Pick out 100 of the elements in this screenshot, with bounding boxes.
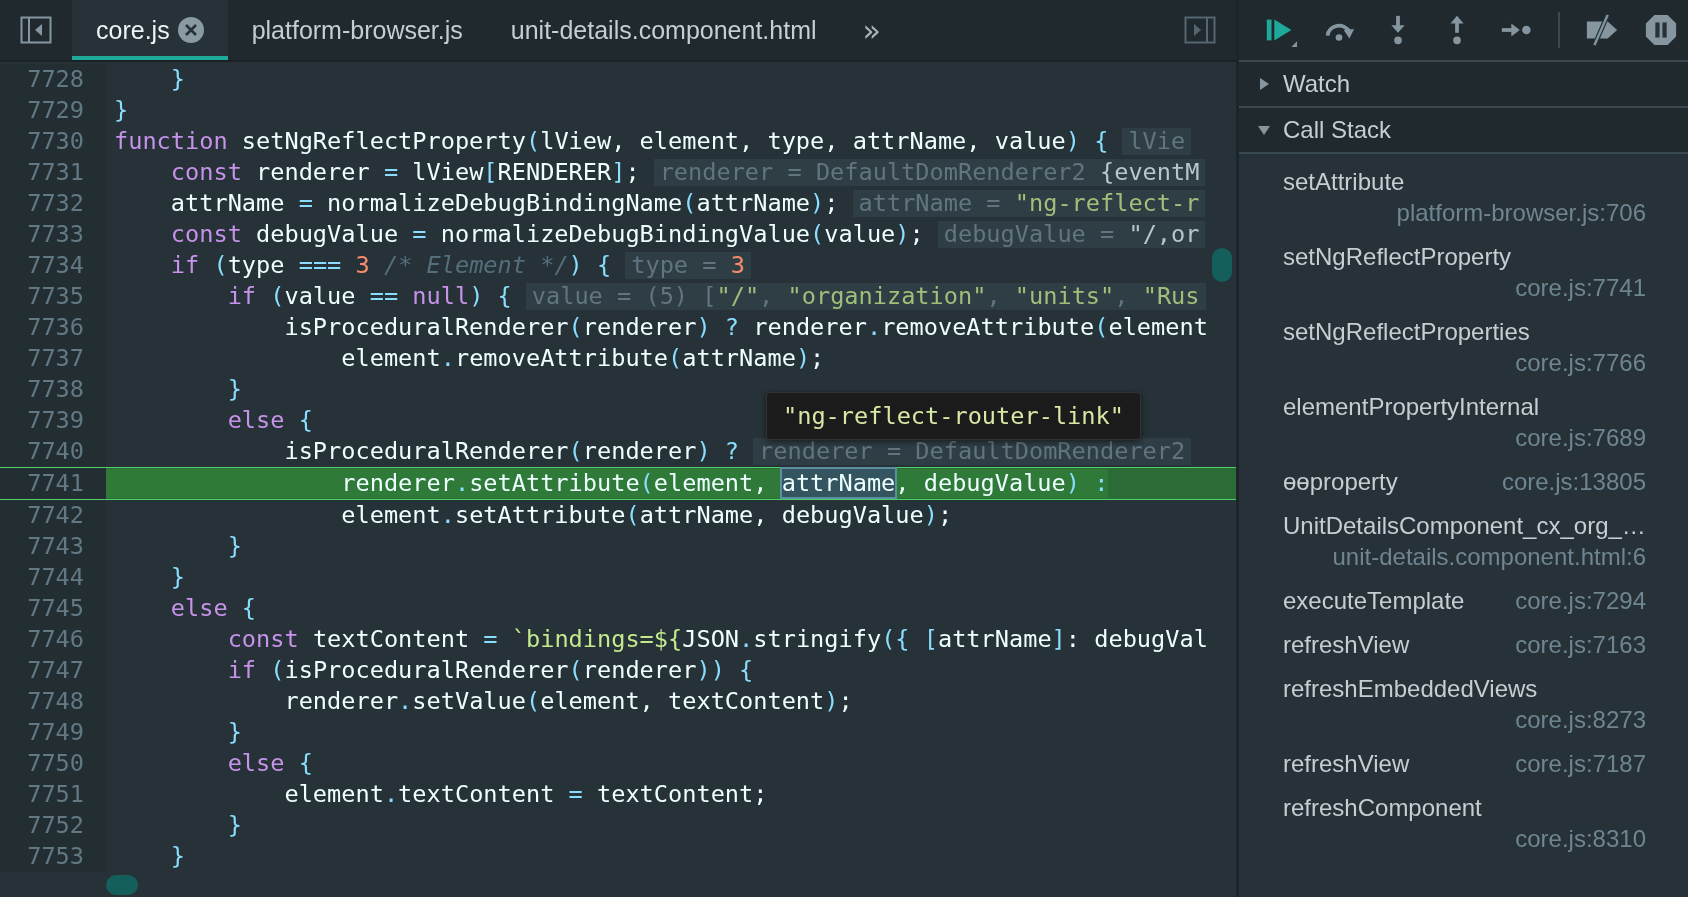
inline-value: attrName = "ng-reflect-r	[852, 190, 1206, 217]
call-frame[interactable]: setNgReflectProperties core.js:7766	[1283, 310, 1646, 385]
call-frame[interactable]: refreshView core.js:7163	[1283, 623, 1646, 667]
value-tooltip: "ng-reflect-router-link"	[766, 392, 1141, 440]
line-number: 7728	[0, 64, 106, 95]
line-number: 7751	[0, 779, 106, 810]
code-line: }	[226, 532, 242, 561]
section-header[interactable]: Call Stack	[1239, 108, 1688, 154]
line-number: 7752	[0, 810, 106, 841]
source-location: core.js:7163	[1515, 630, 1646, 660]
file-tab[interactable]: core.js	[72, 0, 228, 60]
function-name: ɵɵproperty	[1283, 467, 1398, 497]
inline-value: debugValue = "/,or	[937, 221, 1206, 248]
deactivate-breakpoints-icon[interactable]	[1584, 12, 1619, 48]
source-location: core.js:7187	[1515, 749, 1646, 779]
code-line: function setNgReflectProperty(lView, element, type, attrName, value) {	[113, 127, 1109, 156]
scrollbar-thumb[interactable]	[1212, 248, 1232, 282]
code-line: isProceduralRenderer(renderer) ? renderer.removeAttribute(element	[283, 313, 1208, 342]
file-tab[interactable]: unit-details.component.html	[486, 0, 841, 60]
line-number: 7735	[0, 281, 106, 312]
source-location: core.js:7741	[1515, 273, 1646, 303]
close-icon[interactable]	[177, 17, 204, 43]
function-name: refreshEmbeddedViews	[1283, 674, 1538, 704]
code-line: }	[169, 65, 186, 94]
code-line: renderer.setValue(element, textContent);	[283, 687, 853, 716]
call-frame[interactable]: refreshComponent core.js:8310	[1283, 786, 1646, 861]
code-line: const renderer = lView[RENDERER];	[169, 158, 640, 187]
source-location: core.js:7689	[1515, 423, 1646, 453]
code-line: }	[226, 718, 242, 747]
line-number: 7746	[0, 624, 106, 655]
code-line: }	[169, 563, 186, 592]
code-line: if (type === 3 /* Element */) {	[169, 251, 612, 280]
line-number: 7744	[0, 562, 106, 593]
pause-icon[interactable]	[1644, 12, 1678, 48]
line-number: 7730	[0, 126, 106, 157]
section-title: Call Stack	[1283, 116, 1392, 144]
line-number: 7748	[0, 686, 106, 717]
section-title: Watch	[1283, 70, 1351, 98]
line-number: 7736	[0, 312, 106, 343]
line-number: 7742	[0, 500, 106, 531]
line-number: 7737	[0, 343, 106, 374]
line-number: 7745	[0, 593, 106, 624]
call-frame[interactable]: ɵɵproperty core.js:13805	[1283, 460, 1646, 504]
code-line: }	[226, 375, 242, 404]
line-number: 7734	[0, 250, 106, 281]
inline-value: value = (5) ["/", "organization", "units", "Rus	[525, 283, 1206, 310]
source-location: platform-browser.js:706	[1396, 198, 1646, 228]
code-line: else {	[226, 406, 313, 435]
code-line: const textContent = `bindings=${JSON.stringify({ [attrName]: debugVal	[226, 625, 1208, 654]
line-number: 7743	[0, 531, 106, 562]
more-tabs-button[interactable]: »	[840, 0, 903, 60]
line-number: 7741	[0, 468, 106, 499]
code-line: element.setAttribute(attrName, debugValue);	[340, 501, 953, 530]
function-name: UnitDetailsComponent_cx_org_…	[1283, 511, 1646, 541]
function-name: setNgReflectProperty	[1283, 242, 1512, 272]
source-location: core.js:13805	[1501, 467, 1646, 497]
line-number: 7733	[0, 219, 106, 250]
call-frame[interactable]: setNgReflectProperty core.js:7741	[1283, 235, 1646, 310]
code-line: element.removeAttribute(attrName);	[340, 344, 825, 373]
inline-value: lVie	[1122, 128, 1192, 155]
code-line: }	[113, 96, 129, 125]
source-location: core.js:8310	[1515, 824, 1646, 854]
call-frame[interactable]: refreshView core.js:7187	[1283, 742, 1646, 786]
function-name: refreshView	[1283, 630, 1410, 660]
code-line: if (value == null) {	[226, 282, 512, 311]
call-frame[interactable]: elementPropertyInternal core.js:7689	[1283, 385, 1646, 460]
file-tab[interactable]: platform-browser.js	[227, 0, 487, 60]
line-number: 7753	[0, 841, 106, 872]
source-location: core.js:7294	[1515, 586, 1646, 616]
call-frame[interactable]: setAttribute platform-browser.js:706	[1283, 160, 1646, 235]
line-number: 7729	[0, 95, 106, 126]
code-line: isProceduralRenderer(renderer) ?	[283, 437, 740, 466]
code-line: element.textContent = textContent;	[283, 780, 768, 809]
call-frame[interactable]: UnitDetailsComponent_cx_org_… unit-details.component.html:6	[1283, 504, 1646, 579]
inline-value: renderer = DefaultDomRenderer2	[753, 438, 1192, 465]
function-name: setNgReflectProperties	[1283, 317, 1530, 347]
inline-value: type = 3	[625, 252, 751, 279]
line-number: 7750	[0, 748, 106, 779]
function-name: setAttribute	[1283, 167, 1405, 197]
call-frame[interactable]: refreshEmbeddedViews core.js:8273	[1283, 667, 1646, 742]
line-number: 7731	[0, 157, 106, 188]
function-name: refreshView	[1283, 749, 1410, 779]
line-number: 7747	[0, 655, 106, 686]
function-name: refreshComponent	[1283, 793, 1482, 823]
line-number: 7738	[0, 374, 106, 405]
source-location: unit-details.component.html:6	[1332, 542, 1646, 572]
code-line: }	[169, 842, 186, 871]
function-name: executeTemplate	[1283, 586, 1465, 616]
function-name: elementPropertyInternal	[1283, 392, 1540, 422]
section-header[interactable]: Watch	[1239, 62, 1688, 108]
call-frame[interactable]: executeTemplate core.js:7294	[1283, 579, 1646, 623]
code-line: const debugValue = normalizeDebugBindingValue(value);	[169, 220, 924, 249]
scrollbar-thumb[interactable]	[106, 875, 138, 895]
line-number: 7749	[0, 717, 106, 748]
code-line: if (isProceduralRenderer(renderer)) {	[226, 656, 754, 685]
source-location: core.js:8273	[1515, 705, 1646, 735]
line-number: 7739	[0, 405, 106, 436]
code-line: }	[226, 811, 242, 840]
source-location: core.js:7766	[1515, 348, 1646, 378]
inline-value: renderer = DefaultDomRenderer2 {eventM	[653, 159, 1206, 186]
